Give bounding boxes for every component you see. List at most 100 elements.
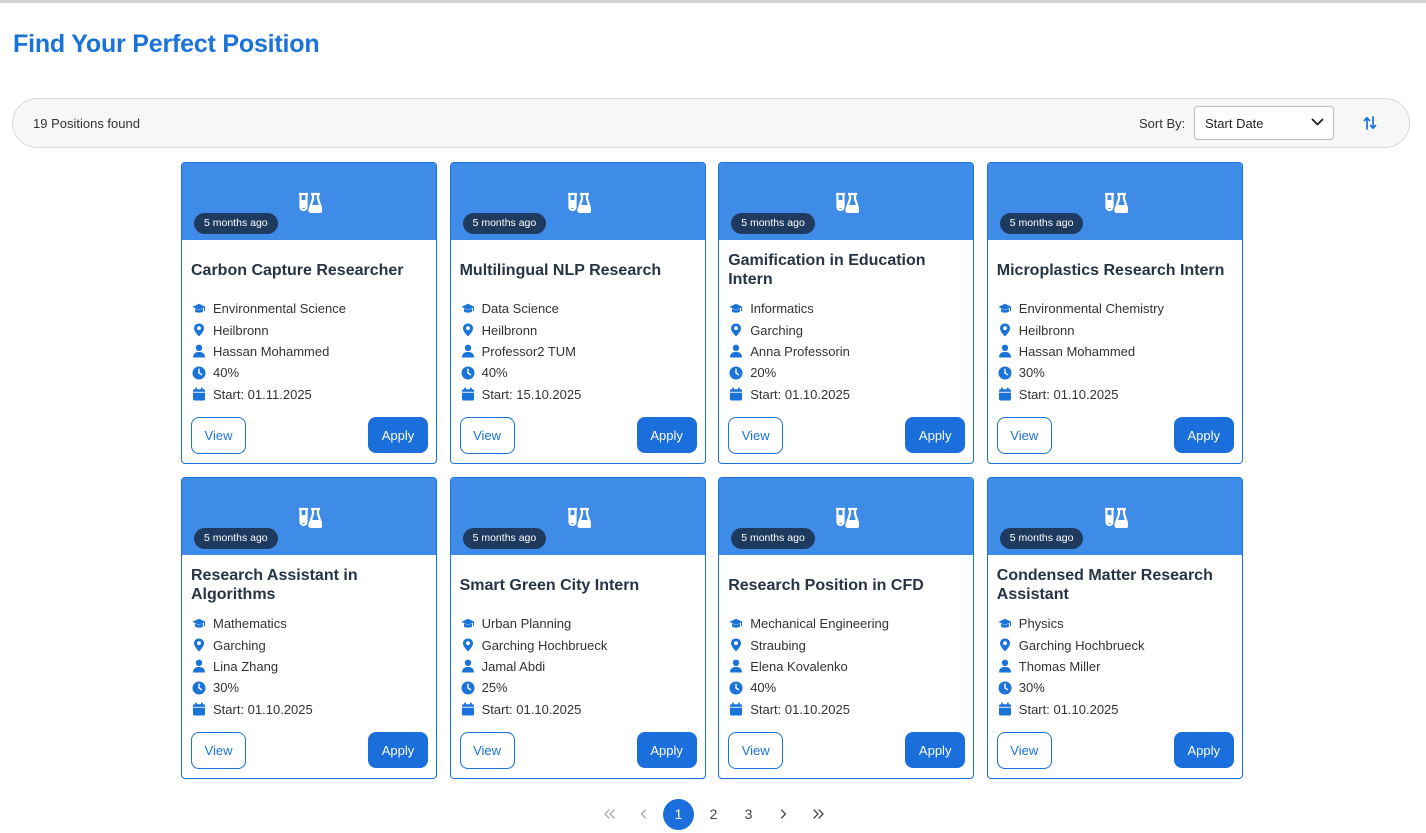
view-button[interactable]: View (996, 732, 1052, 769)
supervisor-text: Elena Kovalenko (750, 658, 848, 674)
start-text: Start: 01.10.2025 (750, 701, 850, 717)
graduation-cap-icon (192, 303, 206, 313)
map-pin-icon (731, 323, 742, 337)
prev-page-button[interactable] (626, 799, 661, 830)
apply-button[interactable]: Apply (905, 732, 966, 768)
view-button[interactable]: View (728, 417, 784, 454)
field-text: Environmental Chemistry (1018, 301, 1164, 317)
view-button[interactable]: View (728, 732, 784, 769)
chevron-right-icon (780, 809, 787, 819)
view-button[interactable]: View (996, 417, 1052, 454)
posted-badge: 5 months ago (462, 213, 547, 234)
page-2-button[interactable]: 2 (696, 799, 731, 830)
graduation-cap-icon (192, 618, 206, 628)
card-banner: 5 months ago (450, 163, 705, 240)
card-banner: 5 months ago (987, 163, 1242, 240)
apply-button[interactable]: Apply (905, 417, 966, 453)
position-card: 5 months ago Gamification in Education I… (718, 162, 975, 464)
sort-select[interactable]: Start Date (1194, 106, 1334, 140)
start-row: Start: 01.10.2025 (461, 699, 697, 720)
posted-badge: 5 months ago (194, 528, 278, 549)
field-text: Data Science (481, 301, 559, 317)
view-button[interactable]: View (191, 417, 246, 454)
view-button[interactable]: View (459, 417, 515, 454)
map-pin-icon (194, 323, 204, 337)
supervisor-text: Lina Zhang (213, 658, 279, 674)
start-text: Start: 01.10.2025 (481, 701, 582, 717)
calendar-icon (193, 387, 205, 401)
start-text: Start: 01.11.2025 (213, 386, 312, 402)
workload-row: 30% (998, 677, 1234, 698)
map-pin-icon (731, 638, 742, 652)
workload-text: 40% (750, 680, 777, 696)
apply-button[interactable]: Apply (636, 417, 697, 453)
position-title: Smart Green City Intern (459, 576, 640, 594)
clock-icon (729, 366, 743, 380)
supervisor-row: Jamal Abdi (461, 656, 697, 677)
user-icon (730, 345, 743, 358)
location-text: Heilbronn (1018, 322, 1075, 338)
page-3-button[interactable]: 3 (731, 799, 766, 830)
flask-icon (567, 192, 591, 213)
location-row: Garching Hochbrueck (461, 634, 697, 655)
map-pin-icon (194, 638, 204, 652)
calendar-icon (193, 702, 205, 716)
user-icon (998, 345, 1011, 358)
apply-button[interactable]: Apply (368, 732, 428, 768)
page-title: Find Your Perfect Position (13, 30, 320, 58)
position-details: Environmental Chemistry Heilbronn Hassan… (998, 298, 1234, 405)
location-row: Garching (192, 634, 428, 655)
location-text: Garching Hochbrueck (1018, 637, 1145, 653)
start-row: Start: 01.10.2025 (998, 699, 1234, 720)
flask-icon (1104, 192, 1128, 213)
sort-arrows-icon (1363, 116, 1377, 130)
last-page-button[interactable] (801, 799, 836, 830)
supervisor-row: Elena Kovalenko (729, 656, 965, 677)
apply-button[interactable]: Apply (1173, 417, 1234, 453)
location-text: Garching (750, 322, 803, 338)
graduation-cap-icon (729, 618, 743, 628)
sort-direction-button[interactable] (1359, 112, 1381, 134)
field-row: Urban Planning (461, 613, 697, 634)
workload-row: 30% (192, 677, 428, 698)
location-row: Heilbronn (998, 319, 1234, 340)
location-row: Garching Hochbrueck (998, 634, 1234, 655)
card-banner: 5 months ago (719, 478, 974, 555)
view-button[interactable]: View (459, 732, 515, 769)
field-row: Physics (998, 613, 1234, 634)
location-row: Straubing (729, 634, 965, 655)
sort-label: Sort By: (1139, 116, 1186, 131)
page-1-button[interactable]: 1 (663, 798, 694, 830)
field-row: Mechanical Engineering (729, 613, 965, 634)
position-details: Informatics Garching Anna Professorin 20… (729, 298, 965, 405)
location-row: Heilbronn (461, 319, 697, 340)
position-details: Environmental Science Heilbronn Hassan M… (192, 298, 428, 405)
start-row: Start: 01.10.2025 (729, 384, 965, 405)
view-button[interactable]: View (191, 732, 246, 769)
field-row: Environmental Science (192, 298, 428, 319)
field-text: Informatics (750, 301, 814, 317)
user-icon (193, 345, 205, 358)
position-card: 5 months ago Carbon Capture Researcher E… (181, 162, 437, 464)
user-icon (461, 345, 474, 358)
positions-grid: 5 months ago Carbon Capture Researcher E… (181, 162, 1245, 779)
position-title: Carbon Capture Researcher (191, 261, 404, 279)
double-chevron-left-icon (603, 809, 615, 819)
workload-text: 30% (213, 680, 240, 696)
flask-icon (836, 192, 860, 213)
apply-button[interactable]: Apply (636, 732, 697, 768)
supervisor-text: Thomas Miller (1018, 658, 1101, 674)
map-pin-icon (999, 323, 1010, 337)
next-page-button[interactable] (766, 799, 801, 830)
first-page-button[interactable] (591, 799, 626, 830)
field-text: Environmental Science (213, 301, 346, 317)
filter-bar: 19 Positions found Sort By: Start Date (12, 98, 1410, 148)
workload-row: 20% (729, 362, 965, 383)
apply-button[interactable]: Apply (1173, 732, 1234, 768)
clock-icon (998, 681, 1012, 695)
graduation-cap-icon (461, 618, 475, 628)
apply-button[interactable]: Apply (368, 417, 428, 453)
graduation-cap-icon (461, 303, 475, 313)
clock-icon (461, 366, 475, 380)
position-card: 5 months ago Microplastics Research Inte… (986, 162, 1243, 464)
